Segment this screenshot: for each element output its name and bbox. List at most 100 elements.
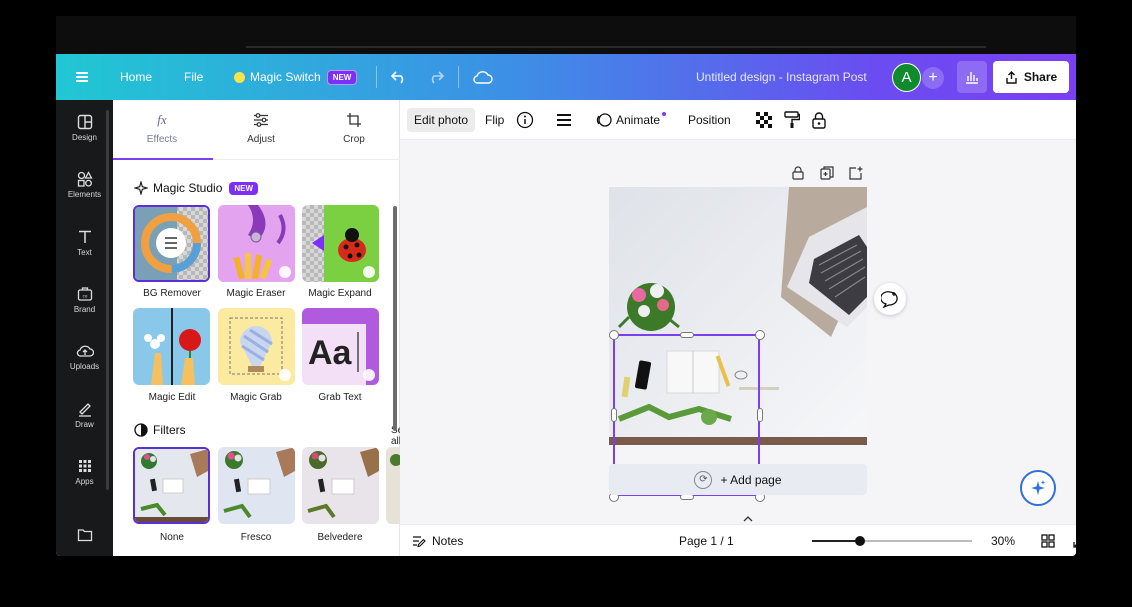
- info-icon[interactable]: [516, 100, 534, 140]
- header-divider: [458, 66, 459, 88]
- add-page-icon[interactable]: [849, 166, 863, 180]
- transparency-icon[interactable]: [756, 100, 772, 140]
- elements-icon: [77, 171, 93, 187]
- home-link[interactable]: Home: [120, 54, 152, 100]
- notes-button[interactable]: Notes: [412, 525, 463, 556]
- file-menu[interactable]: File: [184, 54, 203, 100]
- flip-button[interactable]: Flip: [485, 100, 504, 140]
- zoom-slider-handle[interactable]: [855, 536, 865, 546]
- sidebar-item-draw[interactable]: Draw: [56, 401, 113, 429]
- grab-text-tool[interactable]: Aa: [302, 308, 379, 385]
- animate-label: Animate: [616, 113, 661, 127]
- filter-label: None: [160, 532, 184, 543]
- magic-eraser-tool[interactable]: [218, 205, 295, 282]
- animate-icon: [596, 113, 612, 127]
- sidebar-item-label: Design: [72, 133, 97, 142]
- zoom-slider-fill: [812, 540, 860, 542]
- bg-remover-tool[interactable]: [133, 205, 210, 282]
- tab-effects[interactable]: fx Effects: [113, 112, 211, 145]
- tool-label: Grab Text: [318, 392, 362, 403]
- filters-icon: [134, 423, 148, 437]
- resize-handle-left[interactable]: [611, 408, 617, 422]
- filter-none[interactable]: [133, 447, 210, 524]
- filter-fresco-thumbnail: [218, 447, 295, 524]
- border-style-icon[interactable]: [556, 100, 572, 140]
- chevron-up-icon[interactable]: [718, 514, 778, 524]
- insights-button[interactable]: [957, 61, 987, 93]
- sliders-icon: [254, 113, 268, 127]
- fullscreen-icon[interactable]: [1073, 525, 1076, 556]
- magic-switch-icon: [234, 71, 245, 83]
- panel-scrollbar[interactable]: [393, 206, 397, 431]
- bar-chart-icon: [966, 72, 978, 84]
- avatar[interactable]: A: [892, 63, 921, 92]
- resize-handle-right[interactable]: [757, 408, 763, 422]
- zoom-level[interactable]: 30%: [991, 525, 1015, 556]
- resize-handle-top[interactable]: [680, 332, 694, 338]
- filter-partial-thumbnail: [386, 447, 400, 524]
- animate-button[interactable]: Animate: [596, 100, 667, 140]
- share-label: Share: [1023, 70, 1058, 84]
- grid-view-icon[interactable]: [1041, 525, 1055, 556]
- position-button[interactable]: Position: [688, 100, 731, 140]
- brand-icon: co: [77, 287, 92, 301]
- sidebar-item-design[interactable]: Design: [56, 114, 113, 142]
- magic-assistant-button[interactable]: [1020, 470, 1056, 506]
- notes-label: Notes: [432, 534, 464, 548]
- add-collaborator-button[interactable]: +: [922, 67, 944, 89]
- add-comment-button[interactable]: [874, 283, 906, 315]
- lock-icon[interactable]: [812, 100, 826, 140]
- duplicate-page-icon[interactable]: [820, 166, 834, 180]
- tab-adjust[interactable]: Adjust: [212, 112, 310, 145]
- sidebar-item-elements[interactable]: Elements: [56, 171, 113, 199]
- page-lock-icon[interactable]: [792, 166, 806, 180]
- sidebar-item-brand[interactable]: co Brand: [56, 286, 113, 314]
- comment-add-icon: [881, 291, 898, 308]
- filter-belvedere-thumbnail: [302, 447, 379, 524]
- crown-icon: [279, 266, 291, 278]
- resize-handle-tl[interactable]: [609, 330, 619, 340]
- add-page-button[interactable]: ⟳ + Add page: [609, 464, 867, 495]
- design-title[interactable]: Untitled design - Instagram Post: [696, 54, 867, 100]
- sparkle-icon: [134, 181, 148, 195]
- share-button[interactable]: Share: [993, 61, 1069, 93]
- edit-photo-button[interactable]: Edit photo: [407, 108, 475, 132]
- tool-label: Magic Grab: [230, 392, 282, 403]
- active-tab-indicator: [113, 158, 213, 160]
- sidebar-item-text[interactable]: Text: [56, 229, 113, 257]
- zoom-slider[interactable]: [812, 536, 972, 546]
- magic-switch-button[interactable]: Magic Switch NEW: [234, 54, 358, 100]
- notes-icon: [413, 536, 426, 548]
- filter-next-partial[interactable]: [386, 447, 400, 524]
- fx-icon: fx: [157, 112, 167, 127]
- draw-icon: [78, 403, 91, 417]
- cloud-save-icon[interactable]: [473, 54, 493, 100]
- filters-heading: Filters: [134, 423, 186, 437]
- sidebar-item-label: Apps: [75, 477, 94, 486]
- tab-crop[interactable]: Crop: [305, 112, 403, 145]
- sidebar-item-apps[interactable]: Apps: [56, 458, 113, 486]
- menu-icon[interactable]: [76, 54, 94, 100]
- magic-expand-tool[interactable]: [302, 205, 379, 282]
- filter-belvedere[interactable]: [302, 447, 379, 524]
- svg-text:Aa: Aa: [308, 334, 353, 372]
- crop-icon: [347, 113, 361, 127]
- sidebar-scrollbar[interactable]: [106, 110, 109, 490]
- redo-icon[interactable]: [428, 54, 444, 100]
- page-indicator[interactable]: Page 1 / 1: [679, 525, 734, 556]
- text-icon: [78, 230, 91, 243]
- sidebar-item-projects[interactable]: [56, 528, 113, 545]
- context-toolbar: Edit photo Flip Animate Position: [400, 100, 1076, 140]
- tab-label: Adjust: [247, 134, 275, 145]
- undo-icon[interactable]: [391, 54, 407, 100]
- magic-grab-tool[interactable]: [218, 308, 295, 385]
- refresh-icon[interactable]: ⟳: [694, 470, 713, 489]
- tab-label: Effects: [146, 134, 178, 145]
- filter-fresco[interactable]: [218, 447, 295, 524]
- crown-icon: [279, 369, 291, 381]
- new-badge: NEW: [326, 69, 358, 85]
- resize-handle-tr[interactable]: [755, 330, 765, 340]
- paint-format-icon[interactable]: [784, 100, 800, 140]
- sidebar-item-uploads[interactable]: Uploads: [56, 343, 113, 371]
- magic-edit-tool[interactable]: [133, 308, 210, 385]
